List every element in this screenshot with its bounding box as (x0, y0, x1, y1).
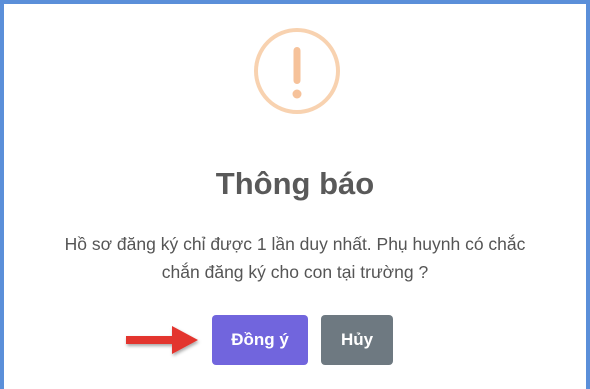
warning-exclamation-icon (254, 28, 340, 114)
red-arrow-icon (126, 326, 198, 354)
alert-dialog: Thông báo Hồ sơ đăng ký chỉ được 1 lần d… (0, 0, 590, 389)
dialog-message: Hồ sơ đăng ký chỉ được 1 lần duy nhất. P… (64, 234, 526, 282)
confirm-button[interactable]: Đồng ý (212, 315, 308, 365)
dialog-title: Thông báo (215, 166, 375, 201)
cancel-button[interactable]: Hủy (321, 315, 393, 365)
